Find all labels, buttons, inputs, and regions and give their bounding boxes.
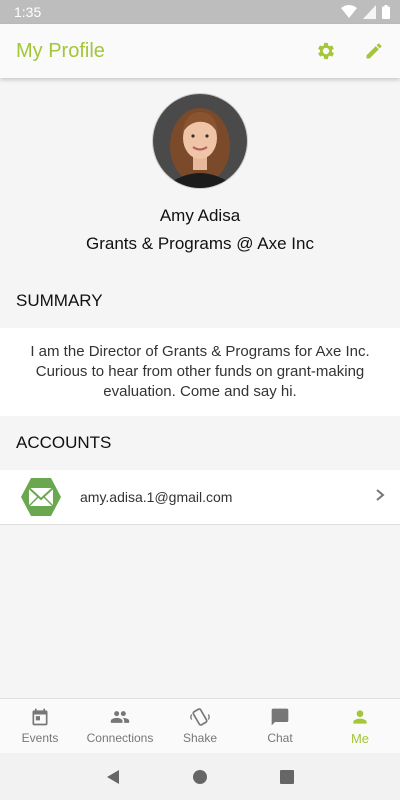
shake-phone-icon <box>190 708 210 726</box>
nav-label-shake: Shake <box>182 731 218 745</box>
home-button[interactable] <box>185 762 215 792</box>
home-circle-icon <box>192 769 207 784</box>
account-email: amy.adisa.1@gmail.com <box>80 489 233 505</box>
status-time: 1:35 <box>14 4 42 20</box>
account-row-email[interactable]: amy.adisa.1@gmail.com <box>0 470 400 525</box>
envelope-icon <box>21 478 61 516</box>
back-triangle-icon <box>107 769 120 784</box>
mail-badge <box>20 476 62 518</box>
nav-label-chat: Chat <box>267 731 293 745</box>
edit-button[interactable] <box>362 39 386 63</box>
nav-label-events: Events <box>21 731 59 745</box>
summary-text: I am the Director of Grants & Programs f… <box>0 328 400 416</box>
page-title: My Profile <box>16 39 105 62</box>
status-bar: 1:35 <box>0 0 400 24</box>
status-icons <box>341 5 390 19</box>
profile-content: Amy Adisa Grants & Programs @ Axe Inc SU… <box>0 78 400 698</box>
nav-item-shake[interactable]: Shake <box>160 699 240 753</box>
battery-icon <box>382 5 390 19</box>
calendar-icon <box>32 708 48 726</box>
person-icon <box>353 709 367 724</box>
back-button[interactable] <box>98 762 128 792</box>
recents-square-icon <box>279 769 294 784</box>
profile-header: Amy Adisa Grants & Programs @ Axe Inc <box>0 78 400 254</box>
people-icon <box>110 711 130 723</box>
avatar <box>153 94 247 188</box>
wifi-icon <box>341 5 357 18</box>
gear-icon <box>318 42 334 60</box>
chevron-right-icon <box>374 488 386 507</box>
app-bar-actions <box>314 39 386 63</box>
system-nav-bar <box>0 753 400 800</box>
nav-item-me[interactable]: Me <box>320 699 400 753</box>
nav-label-connections: Connections <box>86 731 154 745</box>
profile-headline: Grants & Programs @ Axe Inc <box>86 234 314 253</box>
chat-bubble-icon <box>271 708 289 726</box>
bottom-nav: Events Connections Shake Chat Me <box>0 698 400 753</box>
signal-icon <box>363 5 376 19</box>
settings-button[interactable] <box>314 39 338 63</box>
pencil-icon <box>366 43 382 59</box>
app-bar: My Profile <box>0 24 400 78</box>
recents-button[interactable] <box>272 762 302 792</box>
nav-item-chat[interactable]: Chat <box>240 699 320 753</box>
accounts-header: ACCOUNTS <box>16 433 112 452</box>
profile-photo <box>153 94 247 188</box>
nav-item-events[interactable]: Events <box>0 699 80 753</box>
nav-item-connections[interactable]: Connections <box>80 699 160 753</box>
summary-header: SUMMARY <box>16 291 103 310</box>
nav-label-me: Me <box>350 730 370 746</box>
profile-name: Amy Adisa <box>159 206 241 225</box>
